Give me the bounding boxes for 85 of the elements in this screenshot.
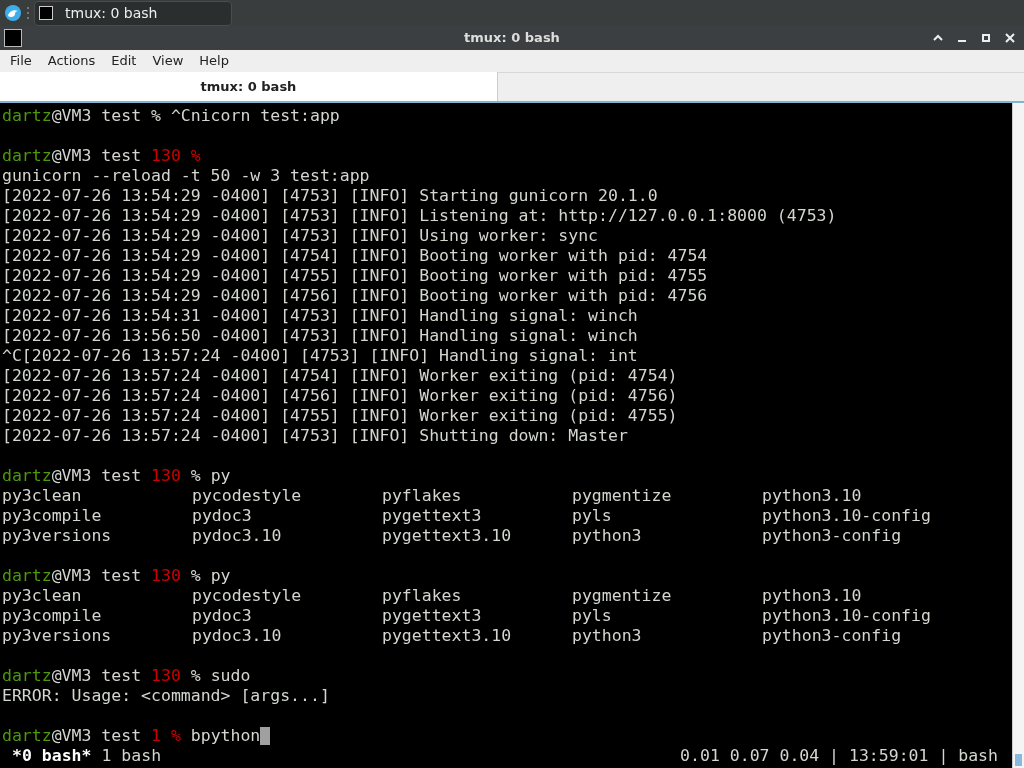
terminal-text: % py — [189, 566, 231, 586]
completion-item: python3.10-config — [762, 506, 932, 526]
completion-item: py3compile — [2, 606, 103, 626]
terminal-text: 130 % — [151, 146, 201, 166]
terminal-text: [2022-07-26 13:57:24 -0400] [4753] [INFO] Shutting down: Master — [2, 426, 628, 446]
terminal-text: [2022-07-26 13:54:31 -0400] [4753] [INFO] Handling signal: winch — [2, 306, 638, 326]
terminal-text: [2022-07-26 13:54:29 -0400] [4755] [INFO] Booting worker with pid: 4755 — [2, 266, 708, 286]
terminal-text: dartz — [2, 666, 52, 686]
terminal-text: dartz — [2, 146, 52, 166]
terminal-text: dartz — [2, 466, 52, 486]
completion-item: python3.10-config — [762, 606, 932, 626]
terminal-text: 1 % — [151, 726, 181, 746]
terminal-icon — [39, 6, 53, 20]
terminal-text: 130 — [151, 666, 181, 686]
terminal-text: [2022-07-26 13:57:24 -0400] [4754] [INFO] Worker exiting (pid: 4754) — [2, 366, 678, 386]
menu-item[interactable]: Actions — [39, 51, 104, 71]
handle-icon — [26, 6, 30, 20]
completion-item: pydoc3 — [192, 506, 253, 526]
completion-item: pyflakes — [382, 486, 463, 506]
terminal-text: @VM3 test — [51, 566, 143, 586]
completion-item: pygmentize — [572, 586, 673, 606]
menu-item[interactable]: File — [2, 51, 40, 71]
maximize-icon[interactable] — [980, 32, 992, 44]
window-title: tmux: 0 bash — [464, 29, 560, 48]
completion-item: pycodestyle — [192, 486, 303, 506]
completion-item: python3-config — [762, 526, 903, 546]
completion-item: pydoc3.10 — [192, 526, 283, 546]
window-tab[interactable]: *0 bash* — [12, 746, 92, 766]
close-icon[interactable] — [1004, 32, 1016, 44]
terminal-text: [2022-07-26 13:57:24 -0400] [4755] [INFO] Worker exiting (pid: 4755) — [2, 406, 678, 426]
completion-item: py3versions — [2, 626, 113, 646]
terminal-text: @VM3 test — [51, 726, 143, 746]
terminal-text: [2022-07-26 13:57:24 -0400] [4756] [INFO] Worker exiting (pid: 4756) — [2, 386, 678, 406]
terminal-text: % py — [189, 466, 231, 486]
completion-item: pyls — [572, 506, 613, 526]
window-tab[interactable]: 1 bash — [101, 746, 162, 766]
terminal-text: @VM3 test — [51, 466, 143, 486]
terminal-text: @VM3 test — [51, 146, 143, 166]
completion-item: pycodestyle — [192, 586, 303, 606]
terminal-text: gunicorn --reload -t 50 -w 3 test:app — [2, 166, 370, 186]
terminal-text: dartz — [2, 106, 52, 126]
completion-item: python3.10 — [762, 586, 863, 606]
terminal-text: [2022-07-26 13:54:29 -0400] [4754] [INFO] Booting worker with pid: 4754 — [2, 246, 708, 266]
completion-item: pygmentize — [572, 486, 673, 506]
completion-item: pygettext3.10 — [382, 626, 513, 646]
scrollbar-thumb[interactable] — [1015, 754, 1022, 766]
completion-item: pygettext3 — [382, 606, 483, 626]
completion-item: python3 — [572, 526, 643, 546]
terminal-text: % sudo — [189, 666, 251, 686]
completion-item: python3.10 — [762, 486, 863, 506]
tab[interactable]: tmux: 0 bash — [0, 72, 498, 101]
completion-item: py3compile — [2, 506, 103, 526]
completion-item: pydoc3 — [192, 606, 253, 626]
terminal-text: dartz — [2, 726, 52, 746]
completion-item: pygettext3.10 — [382, 526, 513, 546]
completion-item: python3-config — [762, 626, 903, 646]
completion-item: py3versions — [2, 526, 113, 546]
terminal-text: ^C[2022-07-26 13:57:24 -0400] [4753] [INFO] Handling signal: int — [2, 346, 638, 366]
completion-item: pyls — [572, 606, 613, 626]
terminal-text: [2022-07-26 13:54:29 -0400] [4753] [INFO] Using worker: sync — [2, 226, 599, 246]
completion-item: pyflakes — [382, 586, 463, 606]
terminal-text: bpython — [189, 726, 261, 746]
terminal-text: @VM3 test — [51, 666, 143, 686]
completion-item: py3clean — [2, 586, 83, 606]
terminal-icon — [4, 29, 22, 47]
terminal-text: ERROR: Usage: <command> [args...] — [2, 686, 330, 706]
terminal-text: 130 — [151, 466, 181, 486]
menu-item[interactable]: Help — [191, 51, 237, 71]
terminal-text: 130 — [151, 566, 181, 586]
menu-item[interactable]: View — [144, 51, 192, 71]
terminal-text: [2022-07-26 13:54:29 -0400] [4753] [INFO] Listening at: http://127.0.0.1:8000 (4753) — [2, 206, 837, 226]
app-menu-icon[interactable] — [4, 4, 22, 22]
completion-item: py3clean — [2, 486, 83, 506]
scrollbar[interactable] — [1012, 103, 1024, 768]
status-info: 0.01 0.07 0.04 | 13:59:01 | bash — [680, 746, 998, 766]
completion-item: pygettext3 — [382, 506, 483, 526]
taskbar-button[interactable]: tmux: 0 bash — [34, 0, 232, 26]
terminal-text: @VM3 test % ^Cnicorn test:app — [51, 106, 340, 126]
completion-item: python3 — [572, 626, 643, 646]
completion-item: pydoc3.10 — [192, 626, 283, 646]
terminal-text: [2022-07-26 13:54:29 -0400] [4756] [INFO] Booting worker with pid: 4756 — [2, 286, 708, 306]
terminal-text: [2022-07-26 13:56:50 -0400] [4753] [INFO] Handling signal: winch — [2, 326, 638, 346]
menu-item[interactable]: Edit — [103, 51, 145, 71]
terminal-text: [2022-07-26 13:54:29 -0400] [4753] [INFO] Starting gunicorn 20.1.0 — [2, 186, 658, 206]
terminal-text: dartz — [2, 566, 52, 586]
